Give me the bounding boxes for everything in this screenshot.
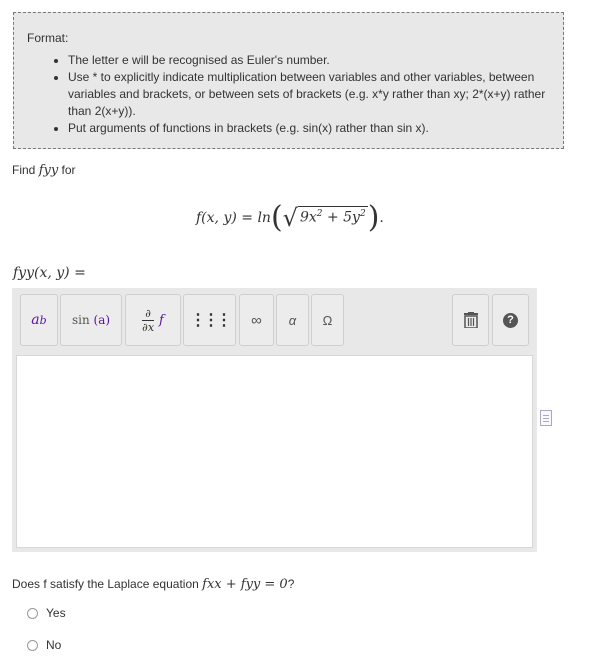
- function-button[interactable]: sin (a): [60, 294, 122, 346]
- question-end: ?: [287, 577, 295, 591]
- alpha-icon: α: [288, 312, 297, 328]
- format-bullet: The letter e will be recognised as Euler…: [68, 52, 551, 69]
- omega-icon: Ω: [322, 312, 333, 328]
- derivative-numerator: ∂: [145, 306, 151, 320]
- radicand-term-a: 9x: [299, 209, 317, 226]
- right-paren: ): [367, 200, 380, 235]
- document-icon[interactable]: [540, 410, 552, 426]
- equation-end: .: [379, 210, 384, 226]
- matrix-button[interactable]: ⋮⋮⋮: [183, 294, 236, 346]
- power-base: a: [31, 312, 40, 328]
- option-yes-label: Yes: [46, 606, 66, 620]
- equation-lhs: f(x, y) = ln: [196, 210, 271, 226]
- help-button[interactable]: ?: [492, 294, 529, 346]
- greek-button[interactable]: α: [276, 294, 309, 346]
- function-arg: (a): [93, 313, 111, 327]
- laplace-question: Does f satisfy the Laplace equation fxx …: [12, 577, 294, 592]
- format-list: The letter e will be recognised as Euler…: [27, 52, 551, 137]
- math-editor: ab sin (a) ∂ ∂x f ⋮⋮⋮ ∞ α Ω ?: [12, 288, 537, 552]
- square-root: √ 9x2 + 5y2: [283, 204, 368, 232]
- option-no[interactable]: No: [27, 638, 61, 652]
- option-no-label: No: [46, 638, 62, 652]
- format-instructions: Format: The letter e will be recognised …: [13, 12, 564, 149]
- infinity-icon: ∞: [251, 311, 262, 329]
- trash-icon: [463, 312, 478, 328]
- function-equation: f(x, y) = ln ( √ 9x2 + 5y2 ) .: [196, 203, 384, 233]
- clear-button[interactable]: [452, 294, 489, 346]
- power-exponent: b: [39, 313, 47, 327]
- find-prompt: Find fyy for: [12, 163, 76, 178]
- symbols-button[interactable]: Ω: [311, 294, 344, 346]
- fyy-symbol: fyy: [38, 163, 59, 178]
- infinity-button[interactable]: ∞: [239, 294, 274, 346]
- matrix-icon: ⋮⋮⋮: [190, 312, 232, 329]
- radio-no[interactable]: [27, 639, 38, 651]
- question-text: Does f satisfy the Laplace equation: [12, 577, 199, 591]
- format-title: Format:: [27, 31, 69, 45]
- option-yes[interactable]: Yes: [27, 606, 66, 620]
- power-button[interactable]: ab: [20, 294, 58, 346]
- answer-input[interactable]: [16, 355, 533, 548]
- laplace-equation: fxx + fyy = 0: [202, 577, 288, 592]
- derivative-f: f: [159, 312, 164, 328]
- radicand: 9x2 + 5y2: [297, 206, 368, 226]
- for-text: for: [61, 163, 76, 177]
- left-paren: (: [270, 200, 283, 235]
- answer-label: fyy(x, y) =: [13, 265, 86, 281]
- format-bullet: Use * to explicitly indicate multiplicat…: [68, 69, 551, 120]
- format-bullet: Put arguments of functions in brackets (…: [68, 120, 551, 137]
- derivative-button[interactable]: ∂ ∂x f: [125, 294, 181, 346]
- exponent-b: 2: [359, 209, 366, 220]
- radicand-term-b: + 5y: [322, 209, 360, 226]
- find-text: Find: [12, 163, 36, 177]
- derivative-denominator: ∂x: [142, 319, 155, 334]
- function-name: sin: [71, 313, 90, 327]
- radical-sign: √: [282, 204, 298, 232]
- help-icon: ?: [503, 312, 518, 328]
- radio-yes[interactable]: [27, 607, 38, 619]
